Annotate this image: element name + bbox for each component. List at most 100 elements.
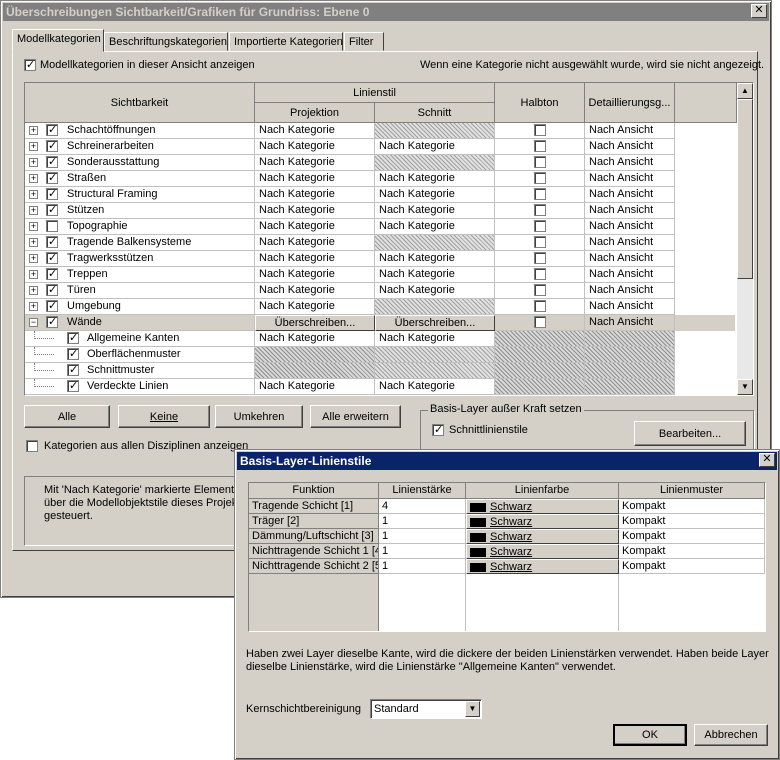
cut-cell[interactable]: Nach Kategorie — [375, 379, 495, 395]
detail-cell[interactable]: Nach Ansicht — [585, 203, 675, 219]
projection-cell[interactable]: Nach Kategorie — [255, 251, 375, 267]
show-categories-checkbox[interactable] — [24, 58, 36, 71]
collapse-icon[interactable]: − — [29, 318, 38, 327]
chevron-down-icon[interactable]: ▼ — [465, 701, 480, 717]
weight-cell[interactable]: 1 — [379, 529, 466, 544]
detail-cell[interactable] — [585, 331, 675, 347]
core-select[interactable]: Standard ▼ — [370, 699, 482, 719]
halftone-checkbox[interactable] — [534, 204, 546, 216]
all-disciplines-checkbox[interactable] — [26, 440, 38, 452]
table-row[interactable]: + Türen Nach Kategorie Nach Kategorie Nach A… — [25, 283, 735, 299]
halftone-checkbox[interactable] — [534, 284, 546, 296]
visibility-checkbox[interactable] — [46, 235, 58, 250]
detail-cell[interactable] — [585, 379, 675, 395]
halftone-checkbox[interactable] — [534, 172, 546, 184]
projection-cell[interactable]: Nach Kategorie — [255, 379, 375, 395]
visibility-checkbox[interactable] — [67, 347, 79, 362]
pattern-cell[interactable]: Kompakt — [619, 514, 765, 529]
pattern-cell[interactable]: Kompakt — [619, 544, 765, 559]
visibility-checkbox[interactable] — [46, 220, 58, 232]
cut-cell[interactable] — [375, 347, 495, 363]
halftone-checkbox[interactable] — [534, 268, 546, 280]
expand-icon[interactable]: + — [29, 270, 38, 279]
halftone-checkbox[interactable] — [534, 156, 546, 168]
projection-cell[interactable]: Nach Kategorie — [255, 283, 375, 299]
detail-cell[interactable]: Nach Ansicht — [585, 139, 675, 155]
expand-icon[interactable]: + — [29, 238, 38, 247]
table-row[interactable]: + Tragwerksstützen Nach Kategorie Nach Kate… — [25, 251, 735, 267]
main-dialog-titlebar[interactable]: Überschreibungen Sichtbarkeit/Grafiken f… — [3, 3, 769, 21]
projection-cell[interactable]: Nach Kategorie — [255, 155, 375, 171]
halftone-checkbox[interactable] — [534, 252, 546, 264]
cut-cell[interactable]: Nach Kategorie — [375, 267, 495, 283]
halftone-checkbox[interactable] — [534, 220, 546, 232]
header-function[interactable]: Funktion — [249, 483, 379, 499]
close-icon[interactable]: ✕ — [751, 4, 767, 18]
expand-icon[interactable]: + — [29, 206, 38, 215]
cut-cell[interactable] — [375, 155, 495, 171]
tab-modellkategorien[interactable]: Modellkategorien — [12, 29, 104, 52]
close-icon[interactable]: ✕ — [759, 453, 775, 467]
projection-cell[interactable]: Nach Kategorie — [255, 235, 375, 251]
cut-cell[interactable]: Nach Kategorie — [375, 219, 495, 235]
halftone-checkbox[interactable] — [534, 316, 546, 328]
expand-icon[interactable]: + — [29, 174, 38, 183]
table-row[interactable]: + Tragende Balkensysteme Nach Kategorie Nac… — [25, 235, 735, 251]
header-cut[interactable]: Schnitt — [375, 103, 495, 123]
cut-cell[interactable]: Überschreiben... — [375, 315, 495, 331]
pattern-cell[interactable]: Kompakt — [619, 499, 765, 514]
detail-cell[interactable]: Nach Ansicht — [585, 315, 675, 331]
visibility-checkbox[interactable] — [46, 123, 58, 138]
cut-linestyles-checkbox[interactable] — [432, 423, 444, 436]
visibility-checkbox[interactable] — [46, 155, 58, 170]
cut-cell[interactable] — [375, 123, 495, 139]
detail-cell[interactable]: Nach Ansicht — [585, 267, 675, 283]
all-button[interactable]: Alle — [24, 405, 110, 428]
expand-icon[interactable]: + — [29, 286, 38, 295]
cut-cell[interactable] — [375, 235, 495, 251]
ok-button[interactable]: OK — [613, 724, 687, 746]
projection-cell[interactable] — [255, 363, 375, 379]
visibility-checkbox[interactable] — [46, 203, 58, 218]
scroll-up-icon[interactable]: ▲ — [737, 83, 753, 99]
cut-cell[interactable]: Nach Kategorie — [375, 171, 495, 187]
projection-cell[interactable]: Nach Kategorie — [255, 187, 375, 203]
visibility-checkbox[interactable] — [46, 251, 58, 266]
expand-icon[interactable]: + — [29, 190, 38, 199]
color-cell[interactable]: Schwarz — [466, 499, 619, 514]
table-row[interactable]: + Schachtöffnungen Nach Kategorie Nach Ansi… — [25, 123, 735, 139]
weight-cell[interactable]: 1 — [379, 559, 466, 574]
table-row[interactable]: + Schreinerarbeiten Nach Kategorie Nach Kat… — [25, 139, 735, 155]
visibility-checkbox[interactable] — [46, 187, 58, 202]
projection-cell[interactable]: Nach Kategorie — [255, 203, 375, 219]
expand-all-button[interactable]: Alle erweitern — [310, 405, 401, 428]
table-row[interactable]: − Wände Überschreiben... Überschreiben... Na… — [25, 315, 735, 331]
halftone-checkbox[interactable] — [534, 236, 546, 248]
header-projection[interactable]: Projektion — [255, 103, 375, 123]
weight-cell[interactable]: 1 — [379, 544, 466, 559]
scroll-down-icon[interactable]: ▼ — [737, 379, 753, 395]
halftone-checkbox[interactable] — [534, 300, 546, 312]
projection-cell[interactable]: Überschreiben... — [255, 315, 375, 331]
table-row[interactable]: + Stützen Nach Kategorie Nach Kategorie Nach… — [25, 203, 735, 219]
visibility-checkbox[interactable] — [46, 171, 58, 186]
cut-cell[interactable]: Nach Kategorie — [375, 251, 495, 267]
detail-cell[interactable] — [585, 363, 675, 379]
detail-cell[interactable] — [585, 347, 675, 363]
pattern-cell[interactable]: Kompakt — [619, 529, 765, 544]
weight-cell[interactable]: 4 — [379, 499, 466, 514]
table-row[interactable]: + Structural Framing Nach Kategorie Nach Ka… — [25, 187, 735, 203]
expand-icon[interactable]: + — [29, 126, 38, 135]
function-cell[interactable]: Nichttragende Schicht 1 [4 — [249, 544, 379, 559]
detail-cell[interactable]: Nach Ansicht — [585, 155, 675, 171]
projection-cell[interactable]: Nach Kategorie — [255, 267, 375, 283]
cut-cell[interactable]: Nach Kategorie — [375, 139, 495, 155]
header-detail[interactable]: Detaillierungsg... — [585, 83, 675, 123]
color-cell[interactable]: Schwarz — [466, 529, 619, 544]
edit-button[interactable]: Bearbeiten... — [634, 421, 746, 446]
projection-cell[interactable] — [255, 347, 375, 363]
projection-cell[interactable]: Nach Kategorie — [255, 219, 375, 235]
none-button[interactable]: Keine — [118, 405, 210, 428]
projection-cell[interactable]: Nach Kategorie — [255, 331, 375, 347]
function-cell[interactable]: Dämmung/Luftschicht [3] — [249, 529, 379, 544]
